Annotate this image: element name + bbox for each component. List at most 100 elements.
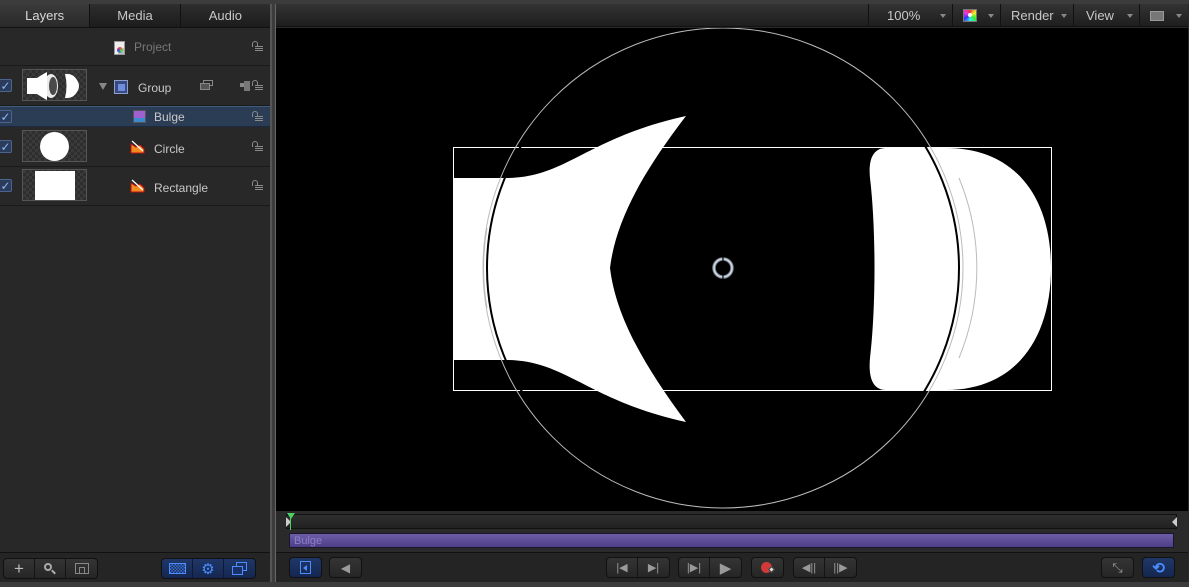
play-from-start-icon: |▶|	[686, 562, 702, 574]
tab-media[interactable]: Media	[90, 4, 181, 27]
zoom-value: 100%	[887, 8, 921, 23]
render-dropdown[interactable]: Render	[1000, 4, 1073, 27]
lock-icon[interactable]	[252, 180, 264, 192]
loop-icon: ⟲	[1152, 559, 1165, 577]
navigation-group: |◀ ▶|	[606, 557, 670, 578]
project-row[interactable]: Project	[0, 29, 270, 66]
show-timing-button[interactable]	[290, 558, 321, 577]
shape-icon	[130, 140, 145, 154]
film-stack-icon[interactable]	[200, 80, 213, 90]
record-keyframe-icon	[760, 561, 775, 574]
color-channels-icon	[963, 9, 977, 22]
canvas-panel: 100% Render View Bulge ◀ |◀ ▶| |▶| ▶ ◀||…	[275, 4, 1189, 582]
layer-actions-group: +	[3, 558, 98, 579]
layers-icon	[232, 562, 247, 575]
speaker-icon: ◀	[340, 560, 351, 575]
view-options-group: ⚙	[161, 558, 256, 579]
search-icon	[44, 562, 56, 575]
transport-bar: ◀ |◀ ▶| |▶| ▶ ◀|| ||▶ ⤡ ⟲	[276, 552, 1188, 582]
loop-playback-button[interactable]: ⟲	[1143, 558, 1174, 577]
layers-bottom-bar: + ⚙	[0, 552, 270, 582]
project-file-icon	[114, 41, 125, 55]
gear-icon: ⚙	[201, 560, 215, 578]
show-masks-button[interactable]	[224, 559, 255, 578]
blend-mode-icon[interactable]	[240, 81, 250, 91]
layer-row-circle[interactable]: ✓ Circle	[0, 128, 270, 167]
isolate-icon	[74, 563, 89, 574]
layout-icon	[1150, 11, 1164, 21]
chevron-down-icon	[940, 14, 946, 18]
playhead[interactable]	[287, 513, 295, 519]
record-group	[751, 557, 784, 578]
view-dropdown[interactable]: View	[1073, 4, 1139, 27]
mute-button[interactable]: ◀	[330, 558, 361, 577]
panel-tabs: Layers Media Audio	[0, 4, 270, 28]
disclosure-triangle-icon[interactable]	[99, 83, 107, 90]
layout-dropdown[interactable]	[1139, 4, 1188, 27]
play-from-start-button[interactable]: |▶|	[679, 558, 710, 577]
record-button[interactable]	[752, 558, 783, 577]
color-channels-dropdown[interactable]	[952, 4, 1000, 27]
playhead-line	[290, 517, 291, 530]
previous-frame-button[interactable]: ◀||	[794, 558, 825, 577]
viewer-toolbar: 100% Render View	[276, 4, 1188, 27]
mini-timeline-ruler[interactable]	[286, 513, 1177, 530]
skip-to-start-icon: |◀	[616, 562, 628, 574]
layer-name[interactable]: Group	[138, 81, 171, 95]
loop-group: ⟲	[1142, 557, 1175, 578]
layer-row-group[interactable]: ✓ Group	[0, 67, 270, 106]
lock-icon[interactable]	[252, 41, 264, 53]
lock-icon[interactable]	[252, 111, 264, 123]
motion-app-window: Layers Media Audio Project ✓ Group ✓ Bul…	[0, 0, 1189, 587]
playback-group: |▶| ▶	[678, 557, 742, 578]
frame-step-group: ◀|| ||▶	[793, 557, 857, 578]
layer-thumbnail	[22, 69, 87, 101]
play-icon: ▶	[719, 559, 732, 577]
layer-row-bulge[interactable]: ✓ Bulge	[0, 106, 270, 127]
checker-icon	[168, 563, 186, 574]
plus-icon: +	[14, 558, 24, 578]
isolate-button[interactable]	[66, 559, 97, 578]
bulged-rectangle-left	[454, 116, 686, 422]
layer-row-rectangle[interactable]: ✓ Rectangle	[0, 167, 270, 206]
play-range-end-marker[interactable]	[1172, 517, 1177, 527]
layer-enable-checkbox[interactable]: ✓	[0, 140, 12, 153]
chevron-down-icon	[1061, 14, 1067, 18]
next-frame-button[interactable]: ||▶	[825, 558, 856, 577]
canvas-viewer[interactable]	[276, 28, 1188, 511]
group-icon	[114, 80, 128, 94]
project-label: Project	[134, 40, 172, 54]
show-effects-button[interactable]: ⚙	[193, 559, 224, 578]
layer-enable-checkbox[interactable]: ✓	[0, 179, 12, 192]
zoom-dropdown[interactable]: 100%	[868, 4, 952, 27]
go-to-end-button[interactable]: ▶|	[638, 558, 669, 577]
show-thumbnails-button[interactable]	[162, 559, 193, 578]
search-button[interactable]	[35, 559, 66, 578]
chevron-down-icon	[1176, 14, 1182, 18]
full-screen-button[interactable]: ⤡	[1102, 558, 1133, 577]
bulge-center-handle[interactable]	[712, 257, 734, 279]
layer-name[interactable]: Bulge	[154, 110, 185, 124]
add-layer-button[interactable]: +	[4, 559, 35, 578]
canvas-artwork	[453, 28, 1052, 509]
chevron-down-icon	[1127, 14, 1133, 18]
tab-audio[interactable]: Audio	[181, 4, 270, 27]
play-button[interactable]: ▶	[710, 558, 741, 577]
expand-arrows-icon: ⤡	[1112, 559, 1123, 575]
skip-to-end-icon: ▶|	[647, 562, 660, 574]
filter-icon	[133, 110, 146, 123]
lock-icon[interactable]	[252, 141, 264, 153]
fullscreen-group: ⤡	[1101, 557, 1134, 578]
go-to-start-button[interactable]: |◀	[607, 558, 638, 577]
lock-icon[interactable]	[252, 80, 264, 92]
layer-enable-checkbox[interactable]: ✓	[0, 110, 12, 123]
timeline-clip-bulge[interactable]: Bulge	[289, 533, 1174, 548]
layers-panel: Layers Media Audio Project ✓ Group ✓ Bul…	[0, 4, 272, 582]
tab-layers[interactable]: Layers	[0, 4, 91, 27]
audio-toggle: ◀	[329, 557, 362, 578]
layer-thumbnail	[22, 169, 87, 201]
layer-enable-checkbox[interactable]: ✓	[0, 79, 12, 92]
timing-display-toggle	[289, 557, 322, 578]
layer-name[interactable]: Circle	[154, 142, 185, 156]
layer-name[interactable]: Rectangle	[154, 181, 208, 195]
